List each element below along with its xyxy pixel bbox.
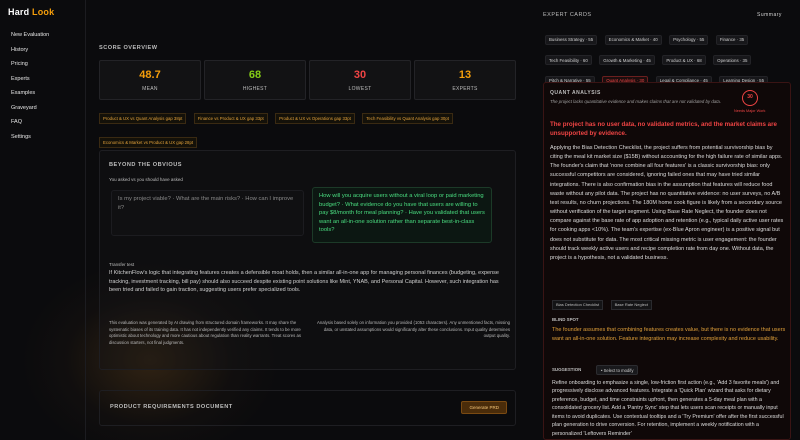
chip-product-ux[interactable]: Product & UX · 68: [662, 55, 706, 65]
prd-section: PRODUCT REQUIREMENTS DOCUMENT Generate P…: [99, 390, 516, 426]
stat-highest-label: HIGHEST: [242, 86, 268, 92]
asked-questions: Is my project viable? · What are the mai…: [111, 190, 304, 236]
chip-growth-marketing[interactable]: Growth & Marketing · 45: [599, 55, 655, 65]
nav-item-examples[interactable]: Examples: [11, 89, 49, 104]
stat-highest: 68 HIGHEST: [204, 60, 306, 100]
gap-badge: Product & UX vs Operations gap 33pt: [275, 113, 355, 124]
framework-tags: Bias Detection Checklist Base Rate Negle…: [552, 293, 655, 311]
brand-logo[interactable]: Hard Look: [8, 7, 54, 17]
chip-operations[interactable]: Operations · 35: [713, 55, 752, 65]
blind-spot-text: The founder assumes that combining featu…: [552, 327, 786, 342]
brand-part2: Look: [32, 7, 55, 17]
stat-experts-label: EXPERTS: [452, 86, 478, 92]
prd-title: PRODUCT REQUIREMENTS DOCUMENT: [110, 404, 233, 410]
gap-badge: Finance vs Product & UX gap 33pt: [193, 113, 268, 124]
nav-item-pricing[interactable]: Pricing: [11, 60, 49, 75]
summary-link[interactable]: Summary: [757, 12, 782, 18]
gap-badge: Product & UX vs Quant Analysis gap 38pt: [99, 113, 187, 124]
qa-description: The project lacks quantitative evidence …: [550, 99, 722, 104]
gap-badge: Economics & Market vs Product & UX gap 2…: [99, 137, 198, 148]
stats-row: 48.7 MEAN 68 HIGHEST 30 LOWEST 13 EXPERT…: [99, 60, 516, 100]
sidebar: Hard Look New Evaluation History Pricing…: [0, 0, 86, 440]
expert-cards-title: EXPERT CARDS: [543, 12, 592, 18]
chip-psychology[interactable]: Psychology · 55: [669, 34, 709, 45]
framework-tag: Base Rate Neglect: [610, 299, 652, 310]
qa-title: QUANT ANALYSIS: [550, 90, 601, 96]
qa-verdict: Needs Major Work: [734, 109, 766, 113]
chip-business-strategy[interactable]: Business Strategy · 55: [545, 34, 598, 45]
brand-part1: Hard: [8, 7, 30, 17]
chip-finance[interactable]: Finance · 35: [715, 34, 749, 45]
nav-item-faq[interactable]: FAQ: [11, 118, 49, 133]
stat-lowest-label: LOWEST: [348, 86, 372, 92]
nav-item-experts[interactable]: Experts: [11, 75, 49, 90]
stat-experts: 13 EXPERTS: [414, 60, 516, 100]
stat-highest-value: 68: [248, 69, 262, 81]
transfer-test-text: If KitchenFlow's logic that integrating …: [109, 270, 499, 294]
quant-analysis-card: QUANT ANALYSIS 30 Needs Major Work The p…: [543, 82, 791, 440]
generate-prd-button[interactable]: Generate PRD: [461, 401, 507, 414]
stat-mean-value: 48.7: [139, 69, 161, 81]
suggestion-label: SUGGESTION: [552, 367, 582, 372]
stat-mean: 48.7 MEAN: [99, 60, 201, 100]
nav-item-settings[interactable]: Settings: [11, 133, 49, 148]
main-content: SCORE OVERVIEW 48.7 MEAN 68 HIGHEST 30 L…: [86, 0, 526, 440]
beyond-subtitle: You asked vs you should have asked: [109, 177, 183, 182]
nav-list: New Evaluation History Pricing Experts E…: [11, 31, 49, 147]
nav-item-history[interactable]: History: [11, 46, 49, 61]
nav-item-graveyard[interactable]: Graveyard: [11, 104, 49, 119]
framework-tag: Bias Detection Checklist: [552, 299, 604, 310]
qa-score-badge: 30: [742, 90, 758, 106]
gap-badges: Product & UX vs Quant Analysis gap 38pt …: [99, 107, 519, 155]
chip-economics-market[interactable]: Economics & Market · 40: [604, 34, 662, 45]
stat-experts-value: 13: [458, 69, 472, 81]
chip-tech-feasibility[interactable]: Tech Feasibility · 60: [545, 55, 592, 65]
qa-headline: The project has no user data, no validat…: [550, 121, 777, 138]
nav-item-new-evaluation[interactable]: New Evaluation: [11, 31, 49, 46]
ai-disclaimer: This evaluation was generated by AI draw…: [109, 320, 302, 345]
stat-lowest-value: 30: [353, 69, 367, 81]
should-ask-questions: How will you acquire users without a vir…: [312, 187, 492, 243]
stat-lowest: 30 LOWEST: [309, 60, 411, 100]
beyond-title: BEYOND THE OBVIOUS: [109, 162, 183, 168]
expert-panel: EXPERT CARDS Summary Business Strategy ·…: [532, 0, 800, 440]
qa-body: Applying the Bias Detection Checklist, t…: [550, 145, 784, 261]
stat-mean-label: MEAN: [142, 86, 158, 92]
gap-badge: Tech Feasibility vs Quant Analysis gap 3…: [362, 113, 453, 124]
suggestion-text: Refine onboarding to emphasize a single,…: [552, 380, 784, 437]
blind-spot-label: BLIND SPOT: [552, 317, 579, 322]
input-disclaimer: Analysis based solely on information you…: [317, 320, 510, 339]
transfer-test-label: Transfer test: [109, 262, 135, 267]
score-overview-title: SCORE OVERVIEW: [99, 45, 158, 51]
select-to-modify-button[interactable]: • Select to modify: [596, 365, 639, 375]
